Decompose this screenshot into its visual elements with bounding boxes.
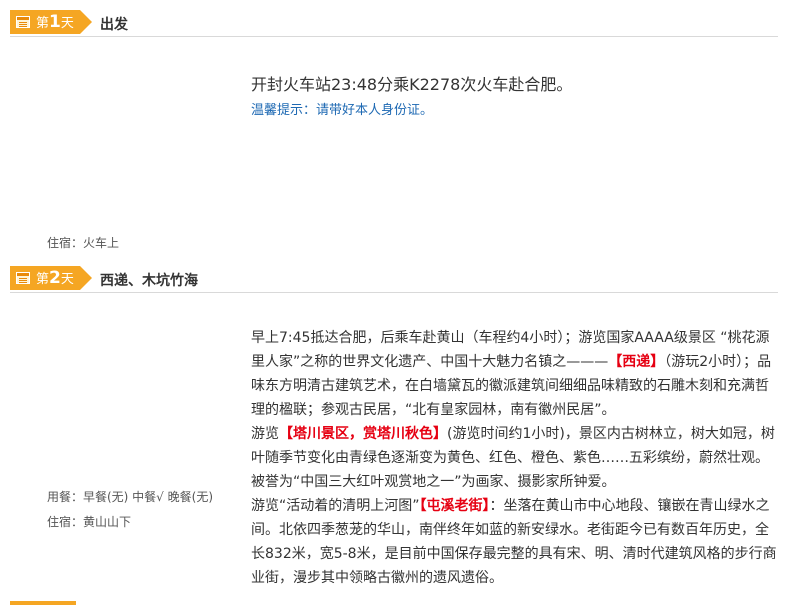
attraction-highlight: 【西递】: [608, 354, 665, 370]
day-1-header: 第1天 出发: [10, 10, 778, 37]
day-1-title: 出发: [100, 17, 128, 33]
day-2-paragraph: 游览【塔川景区，赏塔川秋色】(游览时间约1小时)，景区内古树林立，树大如冠，树叶…: [251, 426, 775, 490]
calendar-icon: [16, 272, 30, 284]
next-day-tag-edge: [10, 601, 76, 605]
day-2-paragraph: 早上7:45抵达合肥，后乘车赴黄山（车程约4小时）；游览国家AAAA级景区 “桃…: [251, 330, 772, 418]
attraction-highlight: 【屯溪老街】: [419, 498, 490, 514]
attraction-highlight: 【塔川景区，赏塔川秋色】: [279, 426, 447, 442]
day-2-paragraph: 游览“活动着的清明上河图”【屯溪老街】：坐落在黄山市中心地段、镶嵌在青山绿水之间…: [251, 498, 777, 586]
calendar-icon: [16, 16, 30, 28]
day-2-lodging: 住宿：黄山山下: [47, 515, 132, 529]
day-2-header: 第2天 西递、木坑竹海: [10, 266, 778, 293]
day-2-meals: 用餐：早餐(无) 中餐√ 晚餐(无): [47, 490, 214, 504]
day-2-tag: 第2天: [10, 266, 92, 290]
day-2-title: 西递、木坑竹海: [100, 273, 198, 289]
day-1-itinerary-text: 开封火车站23:48分乘K2278次火车赴合肥。: [251, 75, 573, 94]
day-1-tag: 第1天: [10, 10, 92, 34]
day-1-lodging: 住宿：火车上: [47, 236, 120, 250]
day-1-tip: 温馨提示：请带好本人身份证。: [251, 103, 434, 118]
day-2-description: 早上7:45抵达合肥，后乘车赴黄山（车程约4小时）；游览国家AAAA级景区 “桃…: [251, 326, 781, 590]
day-1-label: 第1天: [36, 12, 74, 32]
day-2-label: 第2天: [36, 268, 74, 288]
